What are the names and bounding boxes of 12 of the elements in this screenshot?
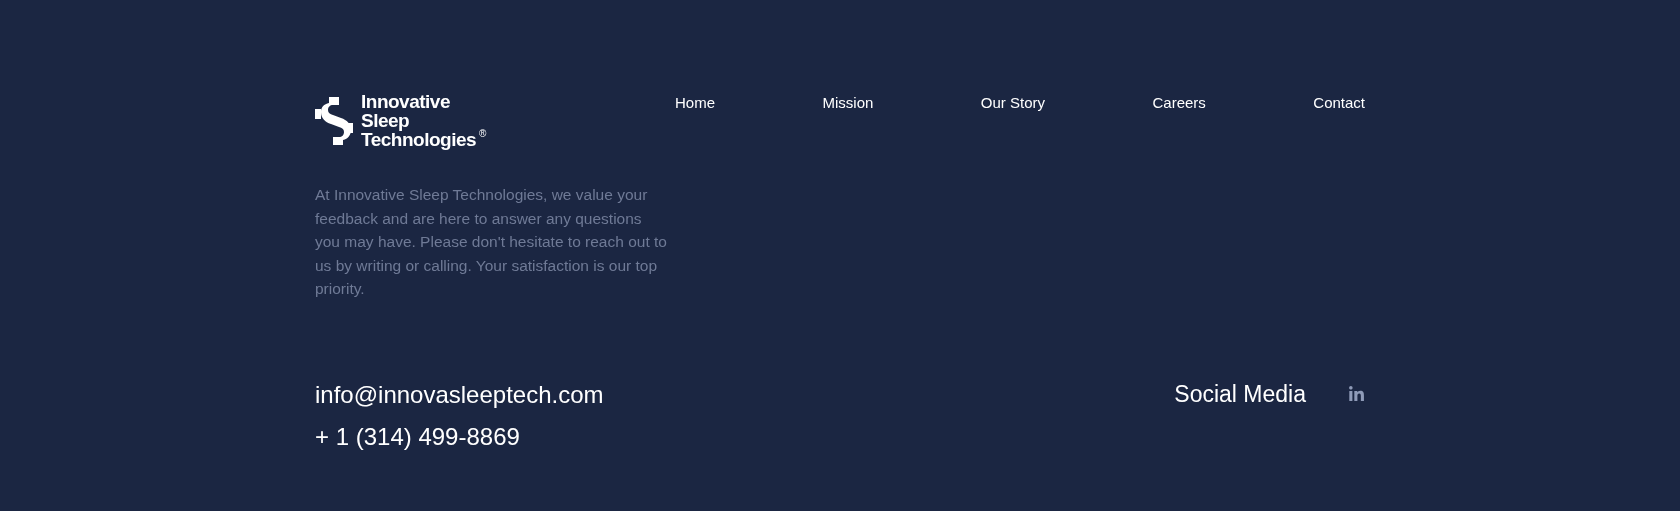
- social-heading: Social Media: [1174, 380, 1306, 408]
- description-text: At Innovative Sleep Technologies, we value your feedback and are here to answer any questions you may have. Please don't hesitate to reach out to us by writing or calling. Your satisfaction is our top priority.: [315, 185, 668, 299]
- linkedin-icon[interactable]: [1348, 385, 1365, 403]
- logo-icon: [315, 94, 353, 147]
- nav-link[interactable]: Our Story: [980, 94, 1045, 111]
- nav-link[interactable]: Mission: [822, 94, 874, 111]
- nav-link[interactable]: Home: [675, 94, 715, 111]
- email-link[interactable]: info@innovasleeptech.com: [315, 380, 604, 409]
- nav-link[interactable]: Careers: [1152, 94, 1206, 111]
- logo-wordmark: Innovative Sleep Technologies®: [361, 92, 486, 149]
- phone-link[interactable]: + 1 (314) 499-8869: [315, 422, 604, 451]
- nav-link[interactable]: Contact: [1313, 94, 1365, 111]
